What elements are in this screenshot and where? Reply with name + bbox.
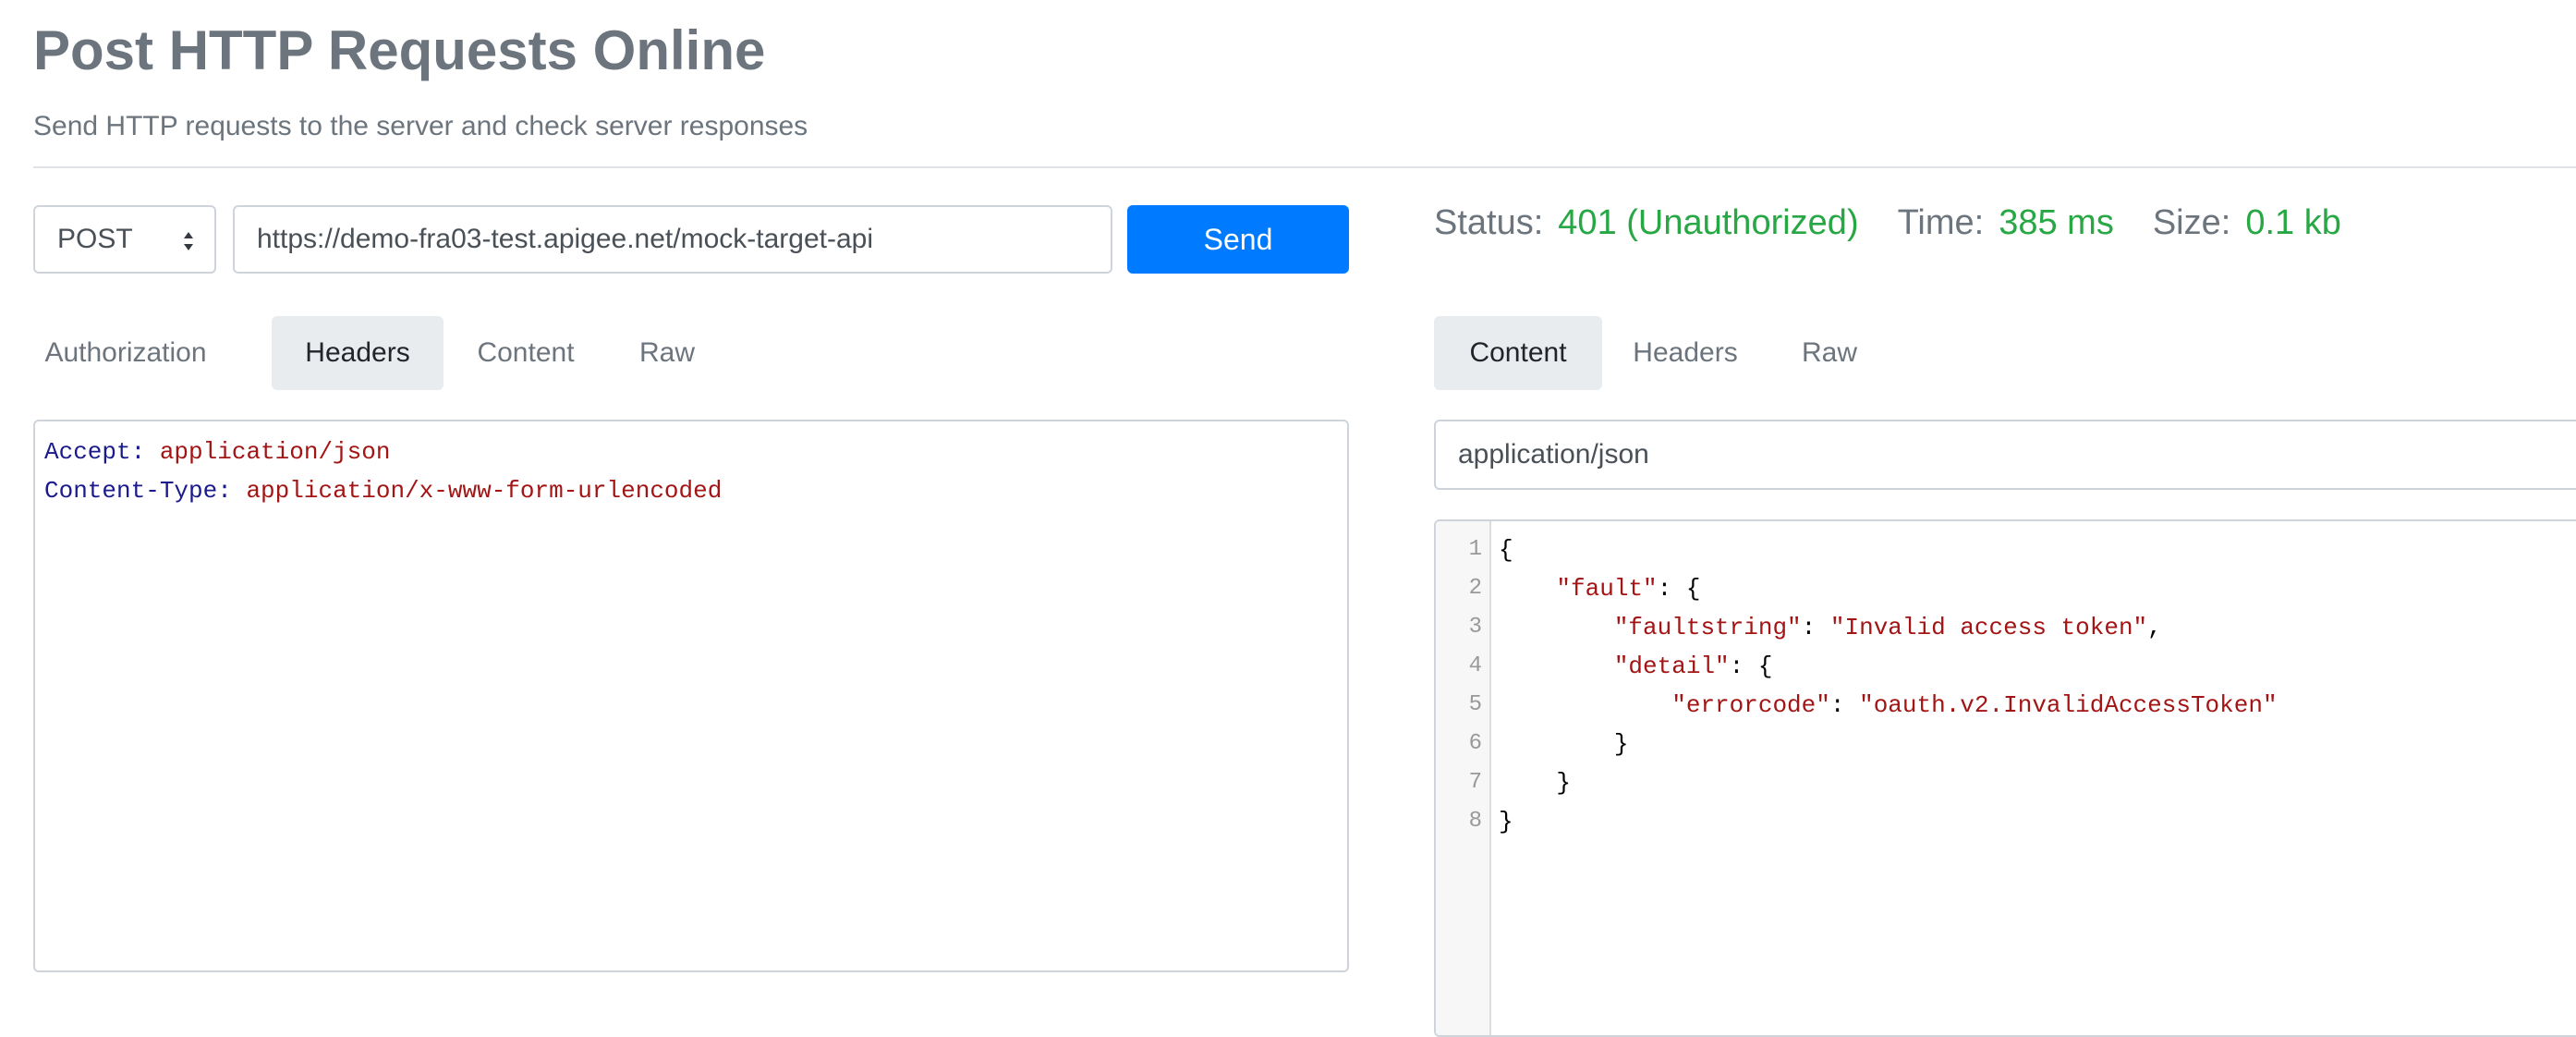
time-value: 385 ms <box>1999 203 2114 242</box>
json-value: "Invalid access token" <box>1829 614 2148 641</box>
code-line: 2 "fault": { <box>1436 569 2576 608</box>
tab-authorization[interactable]: Authorization <box>33 316 218 390</box>
header-line: Accept: application/json <box>44 433 1338 471</box>
code-text: "detail": { <box>1613 653 1773 680</box>
code-line: 4 "detail": { <box>1436 647 2576 686</box>
time-label: Time: <box>1897 203 1985 242</box>
line-number: 3 <box>1468 615 1482 640</box>
code-text: "faultstring": "Invalid access token", <box>1613 614 2162 641</box>
json-key: "detail" <box>1613 653 1730 680</box>
size-value: 0.1 kb <box>2245 203 2341 242</box>
method-select[interactable]: POST <box>33 205 216 274</box>
json-key: "faultstring" <box>1613 614 1802 641</box>
divider <box>33 166 2576 168</box>
send-button[interactable]: Send <box>1127 205 1349 274</box>
code-text: { <box>1499 536 1513 564</box>
code-text: "fault": { <box>1556 575 1701 603</box>
line-number: 1 <box>1468 537 1482 562</box>
response-code: 1{2 "fault": {3 "faultstring": "Invalid … <box>1436 531 2576 841</box>
line-number: 6 <box>1468 731 1482 756</box>
select-arrows-icon <box>184 232 193 250</box>
line-number: 5 <box>1468 692 1482 717</box>
header-value: application/json <box>159 438 391 466</box>
tab-headers[interactable]: Headers <box>272 316 444 390</box>
header-value: application/x-www-form-urlencoded <box>246 477 723 505</box>
line-number: 2 <box>1468 576 1482 601</box>
page-title: Post HTTP Requests Online <box>33 19 766 81</box>
code-text: } <box>1613 730 1629 758</box>
tab-raw[interactable]: Raw <box>617 316 717 390</box>
response-body-editor[interactable]: 1{2 "fault": {3 "faultstring": "Invalid … <box>1434 519 2576 1037</box>
json-value: "oauth.v2.InvalidAccessToken" <box>1859 691 2278 719</box>
status-value: 401 (Unauthorized) <box>1558 203 1859 242</box>
response-tab-raw[interactable]: Raw <box>1781 316 1877 390</box>
code-line: 7 } <box>1436 763 2576 802</box>
tab-content[interactable]: Content <box>462 316 589 390</box>
line-number: 4 <box>1468 653 1482 678</box>
header-key: Accept: <box>44 438 146 466</box>
page-subtitle: Send HTTP requests to the server and che… <box>33 111 808 141</box>
response-tab-content[interactable]: Content <box>1434 316 1602 390</box>
line-number: 7 <box>1468 770 1482 795</box>
code-line: 8} <box>1436 802 2576 841</box>
code-text: } <box>1556 769 1572 797</box>
status-label: Status: <box>1434 203 1544 242</box>
url-input[interactable] <box>233 205 1112 274</box>
header-key: Content-Type: <box>44 477 232 505</box>
code-line: 6 } <box>1436 725 2576 763</box>
header-line: Content-Type: application/x-www-form-url… <box>44 471 1338 510</box>
response-content-type: application/json <box>1434 420 2576 490</box>
code-line: 3 "faultstring": "Invalid access token", <box>1436 608 2576 647</box>
response-status-bar: Status: 401 (Unauthorized) Time: 385 ms … <box>1434 203 2380 243</box>
json-key: "errorcode" <box>1671 691 1830 719</box>
code-line: 5 "errorcode": "oauth.v2.InvalidAccessTo… <box>1436 686 2576 725</box>
line-number: 8 <box>1468 809 1482 834</box>
code-line: 1{ <box>1436 531 2576 569</box>
response-tab-headers[interactable]: Headers <box>1615 316 1756 390</box>
headers-editor[interactable]: Accept: application/json Content-Type: a… <box>33 420 1349 972</box>
size-label: Size: <box>2152 203 2231 242</box>
method-select-value: POST <box>57 224 133 254</box>
json-key: "fault" <box>1556 575 1658 603</box>
code-text: "errorcode": "oauth.v2.InvalidAccessToke… <box>1671 691 2278 719</box>
code-text: } <box>1499 808 1513 836</box>
